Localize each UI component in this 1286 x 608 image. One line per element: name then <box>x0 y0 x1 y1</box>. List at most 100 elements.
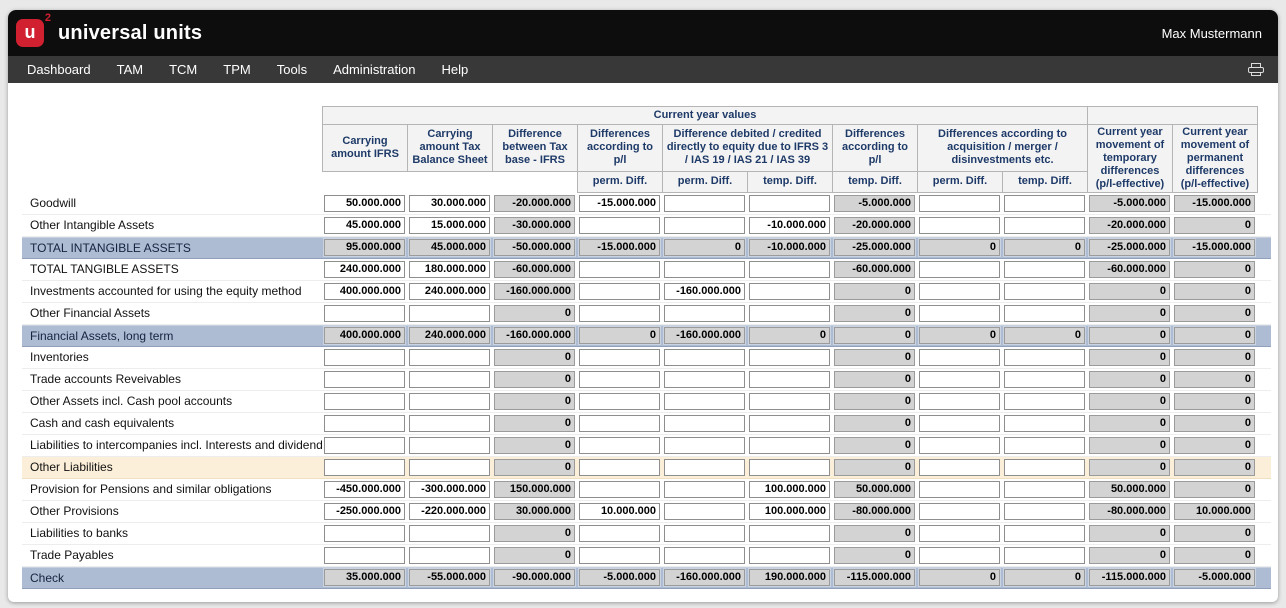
cell-input[interactable]: 240.000.000 <box>324 261 405 278</box>
cell-input[interactable] <box>749 547 830 564</box>
cell-input[interactable] <box>579 437 660 454</box>
print-icon[interactable] <box>1248 63 1264 77</box>
cell-input[interactable] <box>579 525 660 542</box>
nav-item-tcm[interactable]: TCM <box>156 62 210 77</box>
cell-input[interactable]: 100.000.000 <box>749 481 830 498</box>
cell-input[interactable] <box>1004 547 1085 564</box>
cell-input[interactable] <box>919 437 1000 454</box>
cell-input[interactable] <box>579 371 660 388</box>
cell-input[interactable] <box>919 349 1000 366</box>
cell-input[interactable]: 30.000.000 <box>409 195 490 212</box>
cell-input[interactable]: 15.000.000 <box>409 217 490 234</box>
cell-input[interactable] <box>579 459 660 476</box>
cell-input[interactable] <box>1004 393 1085 410</box>
cell-input[interactable] <box>1004 349 1085 366</box>
cell-input[interactable] <box>1004 503 1085 520</box>
nav-item-tam[interactable]: TAM <box>104 62 156 77</box>
cell-input[interactable]: -250.000.000 <box>324 503 405 520</box>
cell-input[interactable] <box>919 283 1000 300</box>
cell-input[interactable] <box>919 217 1000 234</box>
cell-input[interactable] <box>579 481 660 498</box>
cell-input[interactable] <box>749 459 830 476</box>
cell-input[interactable] <box>749 415 830 432</box>
cell-input[interactable]: 50.000.000 <box>324 195 405 212</box>
cell-input[interactable] <box>919 415 1000 432</box>
cell-input[interactable] <box>749 305 830 322</box>
cell-input[interactable] <box>409 437 490 454</box>
cell-input[interactable] <box>749 525 830 542</box>
cell-input[interactable]: 45.000.000 <box>324 217 405 234</box>
cell-input[interactable] <box>1004 437 1085 454</box>
cell-input[interactable] <box>664 349 745 366</box>
cell-input[interactable]: -10.000.000 <box>749 217 830 234</box>
cell-input[interactable] <box>664 305 745 322</box>
cell-input[interactable] <box>579 305 660 322</box>
cell-input[interactable] <box>664 547 745 564</box>
cell-input[interactable] <box>664 481 745 498</box>
cell-input[interactable] <box>324 371 405 388</box>
cell-input[interactable]: -15.000.000 <box>579 195 660 212</box>
cell-input[interactable] <box>409 525 490 542</box>
cell-input[interactable] <box>409 547 490 564</box>
cell-input[interactable] <box>919 459 1000 476</box>
cell-input[interactable] <box>919 547 1000 564</box>
nav-item-dashboard[interactable]: Dashboard <box>14 62 104 77</box>
cell-input[interactable]: 180.000.000 <box>409 261 490 278</box>
cell-input[interactable] <box>749 283 830 300</box>
cell-input[interactable] <box>749 393 830 410</box>
cell-input[interactable] <box>324 525 405 542</box>
cell-input[interactable] <box>664 195 745 212</box>
cell-input[interactable] <box>919 195 1000 212</box>
cell-input[interactable] <box>664 525 745 542</box>
cell-input[interactable] <box>324 393 405 410</box>
cell-input[interactable]: 400.000.000 <box>324 283 405 300</box>
cell-input[interactable] <box>1004 217 1085 234</box>
cell-input[interactable] <box>664 503 745 520</box>
cell-input[interactable]: -220.000.000 <box>409 503 490 520</box>
cell-input[interactable] <box>409 415 490 432</box>
cell-input[interactable] <box>919 305 1000 322</box>
cell-input[interactable] <box>664 371 745 388</box>
cell-input[interactable] <box>1004 415 1085 432</box>
cell-input[interactable] <box>664 459 745 476</box>
cell-input[interactable] <box>1004 261 1085 278</box>
cell-input[interactable] <box>749 371 830 388</box>
cell-input[interactable] <box>749 437 830 454</box>
cell-input[interactable] <box>664 393 745 410</box>
cell-input[interactable] <box>579 217 660 234</box>
nav-item-tpm[interactable]: TPM <box>210 62 263 77</box>
cell-input[interactable] <box>324 459 405 476</box>
cell-input[interactable] <box>324 305 405 322</box>
cell-input[interactable] <box>1004 481 1085 498</box>
cell-input[interactable] <box>409 371 490 388</box>
cell-input[interactable] <box>579 547 660 564</box>
cell-input[interactable] <box>324 415 405 432</box>
cell-input[interactable] <box>1004 305 1085 322</box>
cell-input[interactable] <box>664 437 745 454</box>
cell-input[interactable] <box>579 283 660 300</box>
cell-input[interactable]: -160.000.000 <box>664 283 745 300</box>
cell-input[interactable] <box>579 261 660 278</box>
nav-item-help[interactable]: Help <box>428 62 481 77</box>
cell-input[interactable] <box>324 547 405 564</box>
cell-input[interactable] <box>409 459 490 476</box>
cell-input[interactable] <box>1004 195 1085 212</box>
cell-input[interactable] <box>324 437 405 454</box>
cell-input[interactable] <box>579 349 660 366</box>
cell-input[interactable]: 100.000.000 <box>749 503 830 520</box>
cell-input[interactable] <box>664 261 745 278</box>
cell-input[interactable] <box>919 371 1000 388</box>
cell-input[interactable] <box>664 217 745 234</box>
nav-item-tools[interactable]: Tools <box>264 62 320 77</box>
cell-input[interactable] <box>579 393 660 410</box>
cell-input[interactable] <box>919 525 1000 542</box>
cell-input[interactable] <box>749 261 830 278</box>
nav-item-administration[interactable]: Administration <box>320 62 428 77</box>
cell-input[interactable] <box>919 261 1000 278</box>
cell-input[interactable] <box>919 393 1000 410</box>
cell-input[interactable]: -300.000.000 <box>409 481 490 498</box>
cell-input[interactable]: 240.000.000 <box>409 283 490 300</box>
cell-input[interactable] <box>1004 371 1085 388</box>
cell-input[interactable] <box>579 415 660 432</box>
cell-input[interactable] <box>409 393 490 410</box>
